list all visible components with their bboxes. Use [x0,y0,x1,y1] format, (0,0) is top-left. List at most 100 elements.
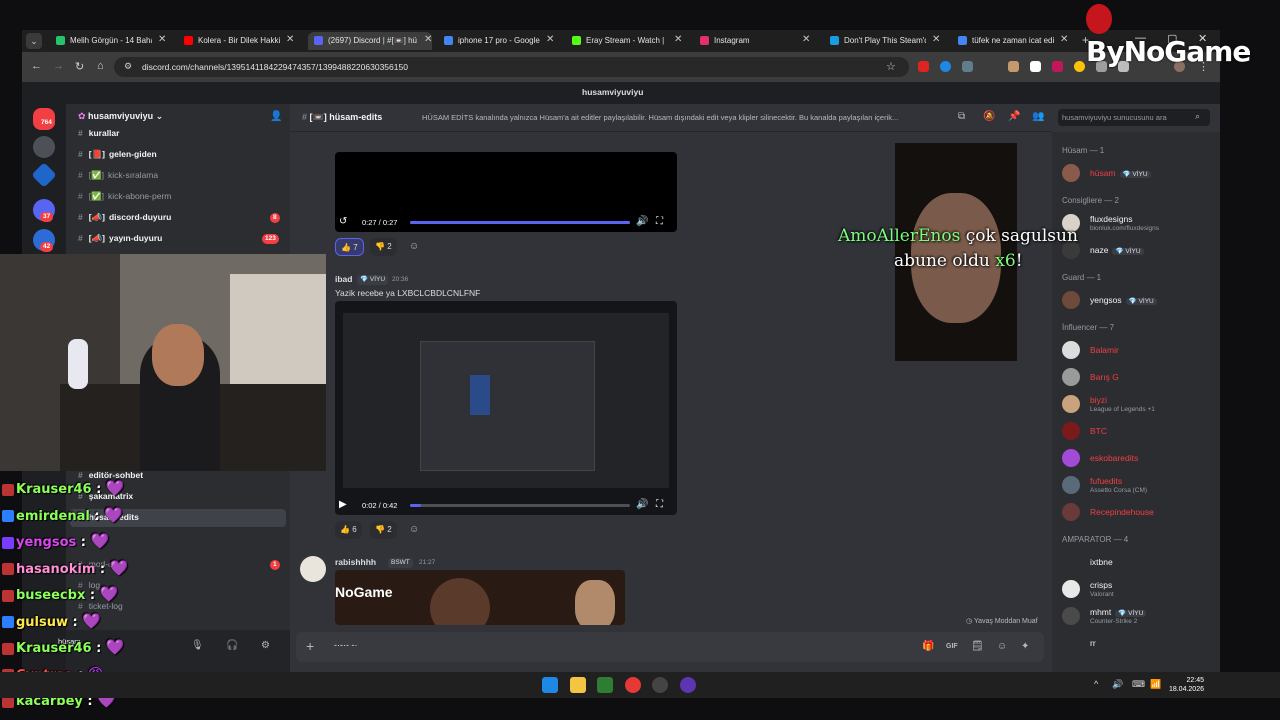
network-tray-icon[interactable]: 📶 [1150,679,1161,690]
user-settings-icon[interactable]: ⚙ [261,640,270,651]
apps-icon[interactable]: ✦ [1021,641,1029,652]
member-name[interactable]: naze 💎 VİYU [1090,245,1144,255]
member-name[interactable]: yengsos 💎 VİYU [1090,295,1157,305]
member-name[interactable]: eskobaredits [1090,453,1138,463]
server-name[interactable]: ✿ husamviyuviyu ⌄ [78,111,163,122]
extension-icon[interactable] [1074,61,1085,72]
pin-icon[interactable]: 📌 [1008,111,1020,122]
channel-topic[interactable]: HÜSAM EDİTS kanalında yalnızca Hüsam'a a… [422,113,952,122]
message-input-text[interactable]: -·-·- -· [334,640,357,650]
extension-icon[interactable] [940,61,951,72]
server-icon[interactable] [33,136,55,158]
tab-close-icon[interactable]: ✕ [802,34,810,46]
browser-tab[interactable]: Instagram [696,32,796,50]
tab-close-icon[interactable]: ✕ [1060,34,1068,46]
tab-close-icon[interactable]: ✕ [286,34,294,46]
extension-icon[interactable] [1052,61,1063,72]
message-author[interactable]: rabishhhh [335,557,376,567]
reaction-thumbs-down[interactable]: 👎 2 [370,238,397,256]
member-name[interactable]: ixtbne [1090,557,1113,567]
site-info-icon[interactable]: ⚙ [124,61,132,72]
search-icon[interactable]: ⌕ [1195,111,1200,122]
member-name[interactable]: fufuedits [1090,476,1122,486]
tab-close-icon[interactable]: ✕ [158,34,166,46]
tab-close-icon[interactable]: ✕ [424,34,432,46]
member-name[interactable]: mhmt 💎 VİYU [1090,607,1147,617]
member-name[interactable]: Balamir [1090,345,1119,355]
member-name[interactable]: BTC [1090,426,1107,436]
avatar[interactable] [1062,503,1080,521]
channel-item[interactable]: # [✅] kick-sıralama [78,170,158,181]
extension-icon[interactable] [962,61,973,72]
channel-item[interactable]: # [📣] discord-duyuru [78,212,171,223]
fullscreen-icon[interactable]: ⛶ [656,216,663,227]
avatar[interactable] [1062,395,1080,413]
browser-tab[interactable]: tüfek ne zaman icat edildi [954,32,1054,50]
channel-item[interactable]: # [✅] kick-abone-perm [78,191,171,202]
tab-search-button[interactable]: ⌄ [26,33,42,49]
forward-icon[interactable]: → [53,60,64,72]
extension-icon[interactable] [1008,61,1019,72]
gif-icon[interactable]: GIF [946,643,958,650]
headset-icon[interactable]: 🎧 [226,640,238,651]
avatar[interactable] [300,556,326,582]
browser-tab[interactable]: (2697) Discord | #[📼] hü [308,32,432,50]
avatar[interactable] [1062,341,1080,359]
attach-plus-icon[interactable]: + [306,638,314,654]
back-icon[interactable]: ← [31,60,42,72]
clock[interactable]: 22:45 18.04.2026 [1168,676,1204,694]
image-attachment[interactable]: NoGame [335,570,625,625]
member-name[interactable]: hüsam 💎 VİYU [1090,168,1151,178]
avatar[interactable] [1062,476,1080,494]
fullscreen-icon[interactable]: ⛶ [656,499,663,510]
avatar[interactable] [1062,449,1080,467]
browser-tab[interactable]: Don't Play This Steam'de [826,32,926,50]
file-explorer-icon[interactable] [570,677,586,693]
replay-icon[interactable]: ↺ [339,216,347,227]
member-name[interactable]: crisps [1090,580,1112,590]
microphone-icon[interactable]: 🎙 [191,640,204,651]
video-attachment[interactable] [335,301,677,515]
reaction-thumbs-up[interactable]: 👍 7 [335,238,364,256]
member-name[interactable]: Barış G [1090,372,1119,382]
member-list-icon[interactable]: 👥 [1032,111,1044,122]
extension-icon[interactable] [1030,61,1041,72]
volume-icon[interactable]: 🔊 [636,216,648,227]
avatar[interactable] [1062,607,1080,625]
tab-close-icon[interactable]: ✕ [546,34,554,46]
volume-icon[interactable]: 🔊 [636,499,648,510]
add-reaction-icon[interactable]: ☺ [409,241,419,252]
add-member-icon[interactable]: 👤 [270,111,282,122]
reaction-thumbs-up[interactable]: 👍 6 [335,521,362,539]
tab-close-icon[interactable]: ✕ [932,34,940,46]
tray-chevron-icon[interactable]: ^ [1094,679,1098,689]
avatar[interactable] [1062,291,1080,309]
member-name[interactable]: fluxdesigns [1090,214,1133,224]
browser-tab[interactable]: Melih Görgün - 14 Bahar [52,32,152,50]
gift-icon[interactable]: 🎁 [922,641,934,652]
reaction-thumbs-down[interactable]: 👎 2 [370,521,397,539]
member-name[interactable]: Recepindehouse [1090,507,1154,517]
member-name[interactable]: rr [1090,638,1096,648]
threads-icon[interactable]: ⧉ [958,111,965,122]
avatar[interactable] [1062,422,1080,440]
channel-item[interactable]: # [📣] yayın-duyuru [78,233,162,244]
keyboard-tray-icon[interactable]: ⌨ [1132,679,1145,690]
home-icon[interactable]: ⌂ [97,60,104,72]
app-icon[interactable] [680,677,696,693]
mute-icon[interactable]: 🔕 [983,111,995,122]
bookmark-star-icon[interactable]: ☆ [886,60,896,73]
sticker-icon[interactable]: 🗒 [971,641,984,652]
avatar[interactable] [1062,553,1080,571]
play-icon[interactable]: ▶ [339,499,347,510]
add-reaction-icon[interactable]: ☺ [409,524,419,535]
browser-tab[interactable]: Eray Stream - Watch | [568,32,668,50]
obs-icon[interactable] [652,677,668,693]
windows-start-icon[interactable] [542,677,558,693]
avatar[interactable] [1062,164,1080,182]
avatar[interactable] [1062,634,1080,652]
browser-tab[interactable]: Kolera - Bir Dilek Hakki ( [180,32,280,50]
video-progress-track[interactable] [410,504,630,507]
reload-icon[interactable]: ↻ [75,60,84,73]
chrome-icon[interactable] [625,677,641,693]
